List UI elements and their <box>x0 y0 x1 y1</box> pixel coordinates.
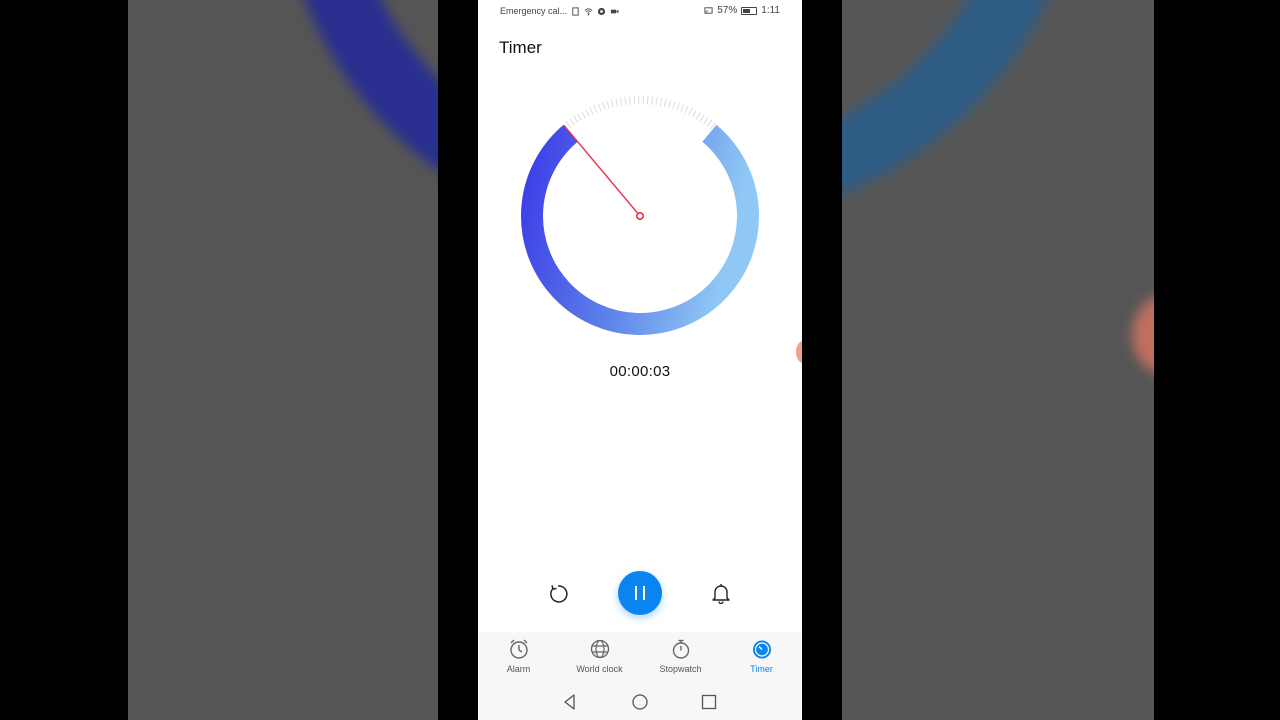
timer-controls <box>478 570 802 616</box>
page-title: Timer <box>499 38 542 57</box>
dial-tick <box>646 96 649 105</box>
dial-tick <box>672 101 676 110</box>
dial-tick <box>602 101 606 110</box>
alarm-icon <box>509 639 528 659</box>
blurred-ring <box>842 0 1154 328</box>
dial-tick <box>606 100 610 109</box>
dial-tick <box>629 96 631 105</box>
carrier-text: Emergency cal... <box>500 6 568 16</box>
dial-tick <box>593 105 598 113</box>
dial-tick <box>615 98 618 107</box>
dial-tick <box>573 115 579 123</box>
dial-tick <box>706 119 713 127</box>
tab-label: Stopwatch <box>659 664 702 674</box>
bottom-tab-bar: Alarm World clock Stopwatch Timer <box>478 632 802 684</box>
video-frame: Emergency cal... 57% 1:11 Timer 00:00:03… <box>0 0 1280 720</box>
home-icon[interactable] <box>630 692 650 712</box>
dial-tick <box>624 96 627 105</box>
dial-tick <box>668 99 672 108</box>
blurred-ring <box>170 0 438 348</box>
dial-tick <box>663 98 667 107</box>
timer-icon <box>752 640 771 659</box>
dial-tick <box>688 107 693 116</box>
dial-tick <box>655 97 658 106</box>
floating-edge-dot[interactable] <box>796 341 802 363</box>
blurred-background-right <box>842 0 1154 720</box>
dial-tick <box>692 109 697 118</box>
cast-icon <box>704 7 713 14</box>
battery-percent: 57% <box>717 5 738 16</box>
blurred-background-left <box>128 0 438 720</box>
reset-button[interactable] <box>544 580 572 608</box>
wifi-icon <box>584 7 593 15</box>
tab-world-clock[interactable]: World clock <box>559 638 640 674</box>
dial-tick <box>703 116 709 125</box>
bell-icon <box>712 584 730 604</box>
tab-label: Alarm <box>506 664 531 674</box>
stopwatch-icon <box>672 639 689 659</box>
dial-tick <box>680 104 685 112</box>
notification-icon <box>597 7 606 15</box>
tab-alarm[interactable]: Alarm <box>478 638 559 674</box>
status-time: 1:11 <box>761 5 780 16</box>
timer-needle <box>563 125 641 217</box>
dial-tick <box>581 111 586 119</box>
back-icon[interactable] <box>560 692 580 712</box>
tab-timer[interactable]: Timer <box>721 638 802 674</box>
pause-button[interactable] <box>618 571 662 615</box>
status-bar: Emergency cal... 57% 1:11 <box>478 0 802 24</box>
dial-tick <box>619 97 623 106</box>
dial-tick <box>577 113 583 121</box>
dial-tick <box>597 103 602 112</box>
timer-dial <box>521 96 759 335</box>
remaining-time: 00:00:03 <box>609 363 671 380</box>
tab-label: Timer <box>750 664 773 674</box>
dial-tick <box>699 114 705 122</box>
phone-screen: Emergency cal... 57% 1:11 Timer 00:00:03… <box>478 0 802 720</box>
dial-tick <box>589 106 594 115</box>
dial-tick <box>651 96 654 105</box>
globe-icon <box>590 639 609 659</box>
progress-ring <box>521 124 759 335</box>
dial-tick <box>610 99 614 108</box>
dial-tick <box>585 108 590 117</box>
recent-apps-icon[interactable] <box>699 692 719 712</box>
dial-tick <box>565 121 572 129</box>
tab-stopwatch[interactable]: Stopwatch <box>640 638 721 674</box>
system-nav-bar <box>478 684 802 720</box>
blurred-dot <box>1132 295 1154 375</box>
needle-center <box>636 212 645 221</box>
tab-label: World clock <box>576 664 623 674</box>
dial-ticks <box>565 96 716 130</box>
reset-icon <box>550 585 568 603</box>
battery-icon <box>741 6 758 15</box>
ringtone-button[interactable] <box>707 579 735 607</box>
dial-tick <box>695 112 701 120</box>
pause-icon <box>635 586 637 600</box>
dial-tick <box>659 97 663 106</box>
dial-tick <box>684 105 689 114</box>
sim-icon <box>572 6 579 16</box>
dial-tick <box>569 118 575 126</box>
video-icon <box>610 9 619 13</box>
dial-tick <box>676 102 680 111</box>
